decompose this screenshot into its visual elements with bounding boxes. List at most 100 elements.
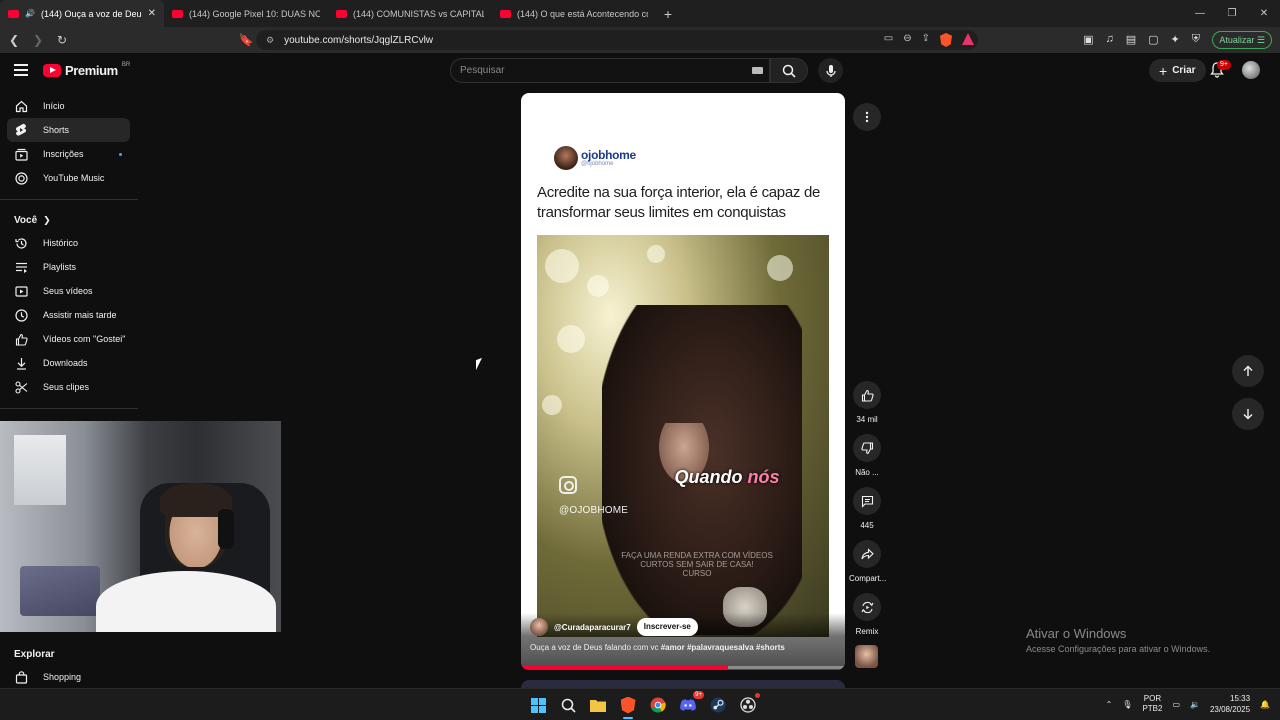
- tab-3[interactable]: (144) COMUNISTAS vs CAPITALISTAS: [328, 0, 492, 27]
- reload-icon[interactable]: ↻: [52, 33, 72, 47]
- keyboard-icon[interactable]: [752, 67, 763, 74]
- obs-taskbar-button[interactable]: [736, 693, 760, 717]
- sidebar-item-clips[interactable]: Seus clipes: [7, 375, 130, 399]
- bokeh-light: [545, 249, 579, 283]
- create-button[interactable]: + Criar: [1149, 59, 1206, 82]
- minimize-icon[interactable]: —: [1184, 0, 1216, 27]
- search-input[interactable]: Pesquisar: [450, 58, 770, 83]
- shorts-icon: [14, 123, 28, 137]
- youtube-favicon-icon: [336, 9, 347, 18]
- share-icon[interactable]: ⇪: [922, 33, 930, 47]
- wallet-icon[interactable]: ▢: [1148, 33, 1158, 46]
- sidebar-item-subscriptions[interactable]: Inscrições: [7, 142, 130, 166]
- chrome-icon: [650, 697, 666, 713]
- sidebar-item-watch-later[interactable]: Assistir mais tarde: [7, 303, 130, 327]
- taskbar-search-button[interactable]: [556, 693, 580, 717]
- close-tab-icon[interactable]: ✕: [148, 8, 156, 19]
- chrome-taskbar-button[interactable]: [646, 693, 670, 717]
- share-button[interactable]: [853, 540, 881, 568]
- next-short-button[interactable]: [1232, 398, 1264, 430]
- sidebar-item-shorts[interactable]: Shorts: [7, 118, 130, 142]
- zoom-icon[interactable]: ⊖: [903, 33, 911, 47]
- restore-icon[interactable]: ❐: [1216, 0, 1248, 27]
- playlists-icon: [14, 260, 28, 274]
- sidebar-item-your-videos[interactable]: Seus vídeos: [7, 279, 130, 303]
- leo-icon[interactable]: ✦: [1171, 33, 1180, 46]
- share-action: Compart...: [849, 540, 886, 583]
- brave-rewards-icon[interactable]: [962, 33, 974, 45]
- remix-action: Remix: [849, 593, 885, 636]
- brave-taskbar-button[interactable]: [616, 693, 640, 719]
- youtube-premium-logo[interactable]: Premium BR: [43, 62, 130, 78]
- network-icon[interactable]: ▭: [1172, 700, 1180, 709]
- more-options-button[interactable]: [853, 103, 881, 131]
- window-controls: — ❐ ✕: [1184, 0, 1280, 27]
- youtube-favicon-icon: [172, 9, 183, 18]
- download-icon: [14, 356, 28, 370]
- speaker-icon[interactable]: 🔊: [25, 9, 35, 18]
- language-indicator[interactable]: POR PTB2: [1142, 694, 1162, 714]
- history-icon: [14, 236, 28, 250]
- like-button[interactable]: [853, 381, 881, 409]
- short-title[interactable]: Ouça a voz de Deus falando com vc #amor …: [530, 643, 785, 652]
- subscribe-button[interactable]: Inscrever-se: [636, 618, 698, 636]
- comments-button[interactable]: [853, 487, 881, 515]
- address-bar[interactable]: ⚙ youtube.com/shorts/JqglZLRCvlw: [256, 30, 978, 50]
- media-icon[interactable]: ♫: [1105, 33, 1113, 46]
- tab-2[interactable]: (144) Google Pixel 10: DUAS NOVIDADES: [164, 0, 328, 27]
- overlay-channel-picture: [554, 146, 578, 170]
- progress-bar[interactable]: [521, 666, 845, 669]
- liked-icon: [14, 332, 28, 346]
- site-settings-icon[interactable]: ⚙: [266, 35, 274, 46]
- sidebar-item-liked-videos[interactable]: Vídeos com "Gostei": [7, 327, 130, 351]
- brave-shields-icon[interactable]: [940, 33, 952, 47]
- sidebar-item-label: Histórico: [43, 238, 79, 248]
- search-button[interactable]: [770, 58, 808, 83]
- sidebar-item-home[interactable]: Início: [7, 94, 130, 118]
- sidebar-item-label: Assistir mais tarde: [43, 310, 117, 320]
- new-tab-button[interactable]: +: [656, 6, 680, 22]
- remix-button[interactable]: [853, 593, 881, 621]
- bookmark-icon[interactable]: 🔖: [236, 33, 256, 47]
- tab-active[interactable]: 🔊 (144) Ouça a voz de Deus falando ✕: [0, 0, 164, 27]
- chevron-up-icon[interactable]: ⌃: [1106, 700, 1113, 709]
- activation-title: Ativar o Windows: [1026, 626, 1127, 641]
- reading-icon[interactable]: ▤: [1126, 33, 1136, 46]
- shorts-player[interactable]: ojobhome @ojobhome Acredite na sua força…: [521, 93, 845, 670]
- menu-icon[interactable]: [14, 64, 28, 79]
- sidebar-item-history[interactable]: Histórico: [7, 231, 130, 255]
- clock[interactable]: 15:33 23/08/2025: [1210, 693, 1250, 715]
- sound-source-avatar[interactable]: [855, 645, 878, 668]
- account-avatar[interactable]: [1242, 61, 1260, 79]
- sidebar-item-playlists[interactable]: Playlists: [7, 255, 130, 279]
- sidebar-toggle-icon[interactable]: ▣: [1083, 33, 1093, 46]
- microphone-icon[interactable]: 🎙: [1122, 700, 1132, 709]
- steam-taskbar-button[interactable]: [706, 693, 730, 717]
- discord-taskbar-button[interactable]: 9+: [676, 691, 704, 717]
- vpn-icon[interactable]: ⛨: [1192, 33, 1200, 46]
- previous-short-button[interactable]: [1232, 355, 1264, 387]
- tab-4[interactable]: (144) O que está Acontecendo com o: [492, 0, 656, 27]
- volume-icon[interactable]: 🔉: [1190, 700, 1200, 709]
- notifications-icon[interactable]: 🔔: [1260, 700, 1270, 709]
- channel-avatar[interactable]: [530, 618, 548, 636]
- bokeh-light: [587, 275, 609, 297]
- dislike-button[interactable]: [853, 434, 881, 462]
- file-explorer-button[interactable]: [586, 693, 610, 717]
- sidebar-item-youtube-music[interactable]: YouTube Music: [7, 166, 130, 190]
- close-window-icon[interactable]: ✕: [1248, 0, 1280, 27]
- start-button[interactable]: [526, 693, 550, 717]
- sidebar-section-you[interactable]: Você ❯: [0, 209, 138, 231]
- back-icon[interactable]: ❮: [4, 33, 24, 47]
- forward-icon[interactable]: ❯: [28, 33, 48, 47]
- update-button[interactable]: Atualizar ☰: [1212, 31, 1272, 49]
- channel-name[interactable]: @Curadaparacurar7: [554, 623, 631, 632]
- home-icon: [14, 99, 28, 113]
- next-short-preview[interactable]: [521, 680, 845, 688]
- short-video-frame[interactable]: @OJOBHOME Quando nós FAÇA UMA RENDA EXTR…: [537, 235, 829, 637]
- voice-search-button[interactable]: [818, 58, 843, 83]
- arrow-down-icon: [1243, 409, 1253, 420]
- cast-icon[interactable]: ▭: [884, 33, 893, 47]
- sidebar-item-downloads[interactable]: Downloads: [7, 351, 130, 375]
- sidebar-item-shopping[interactable]: Shopping: [7, 665, 130, 689]
